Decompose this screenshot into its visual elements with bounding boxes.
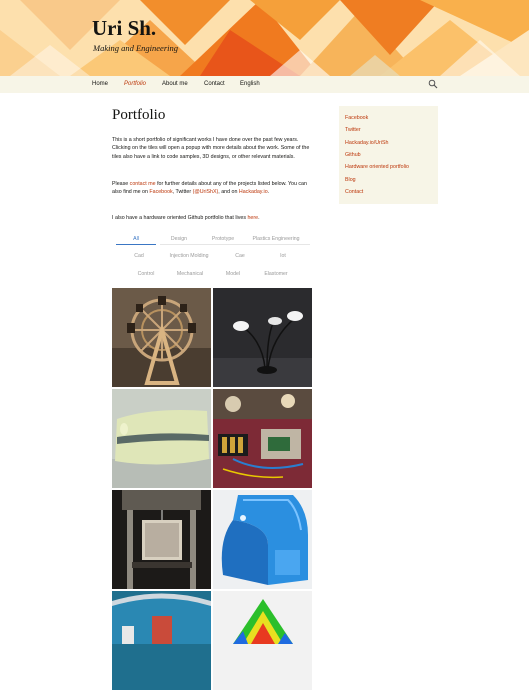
filter-divider [160,244,310,245]
arch-image [112,591,211,690]
filter-prototype[interactable]: Prototype [204,236,242,242]
portfolio-tile-machine[interactable] [112,490,211,589]
sidebar-link-facebook[interactable]: Facebook [345,115,368,121]
sidebar-widget: Facebook Twitter Hackaday.io/UriSh Githu… [339,106,438,204]
contact-paragraph: Please contact me for further details ab… [112,181,307,196]
portfolio-tile-arch[interactable] [112,591,211,690]
portfolio-tile-molded-part[interactable] [112,389,211,488]
portfolio-tile-electronics[interactable] [213,389,312,488]
filter-model[interactable]: Model [222,271,244,277]
blue-part-image [213,490,312,589]
portfolio-tile-simulation[interactable] [213,591,312,690]
github-paragraph: I also have a hardware oriented Github p… [112,215,260,221]
filter-cae[interactable]: Cae [229,253,251,259]
nav-item-portfolio[interactable]: Portfolio [124,81,146,87]
portfolio-tile-blue-part[interactable] [213,490,312,589]
filter-design[interactable]: Design [162,236,196,242]
filter-elastomer[interactable]: Elastomer [258,271,294,277]
search-icon[interactable] [428,79,438,89]
header-banner-graphic [0,0,529,76]
intro-paragraph: This is a short portfolio of significant… [112,137,310,160]
active-filter-underline [116,244,156,245]
molded-part-image [112,389,211,488]
nav-item-contact[interactable]: Contact [204,81,225,87]
nav-item-home[interactable]: Home [92,81,108,87]
filter-plastics-engineering[interactable]: Plastics Engineering [248,236,304,242]
sidebar-link-hackaday[interactable]: Hackaday.io/UriSh [345,140,388,146]
filter-injection-molding[interactable]: Injection Molding [162,253,216,259]
portfolio-tile-ferris-wheel[interactable] [112,288,211,387]
lamps-image [213,288,312,387]
filter-mechanical[interactable]: Mechanical [170,271,210,277]
page-title: Portfolio [112,107,166,123]
main-navigation: Home Portfolio About me Contact English [0,76,529,93]
sidebar-link-github[interactable]: Github [345,152,361,158]
site-title[interactable]: Uri Sh. [92,16,156,41]
electronics-image [213,389,312,488]
nav-item-english[interactable]: English [240,81,260,87]
sidebar-link-hardware-portfolio[interactable]: Hardware oriented portfolio [345,164,409,170]
ferris-wheel-image [112,288,211,387]
site-description: Making and Engineering [93,43,178,53]
sidebar-link-blog[interactable]: Blog [345,177,356,183]
twitter-link[interactable]: (@UriShX) [193,189,219,195]
filter-cad[interactable]: Cad [128,253,150,259]
contact-me-link[interactable]: contact me [130,181,156,187]
nav-item-about[interactable]: About me [162,81,188,87]
portfolio-tile-lamps[interactable] [213,288,312,387]
site-header: Uri Sh. Making and Engineering [0,0,529,76]
sidebar-link-contact[interactable]: Contact [345,189,363,195]
facebook-link[interactable]: Facebook [149,189,172,195]
machine-image [112,490,211,589]
filter-iot[interactable]: Iot [273,253,293,259]
filter-control[interactable]: Control [132,271,160,277]
hackaday-link[interactable]: Hackaday.io [239,189,268,195]
github-here-link[interactable]: here [247,215,258,221]
filter-all[interactable]: All [116,236,156,242]
simulation-image [213,591,312,690]
sidebar-link-twitter[interactable]: Twitter [345,127,361,133]
